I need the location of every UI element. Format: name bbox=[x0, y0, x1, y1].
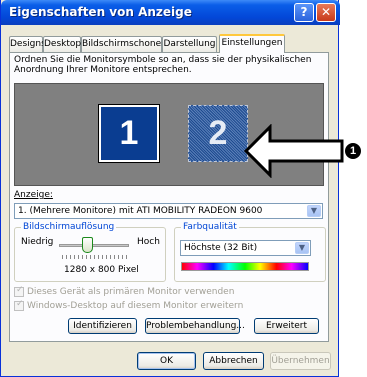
resolution-value: 1280 x 800 Pixel bbox=[64, 265, 139, 275]
monitor-1[interactable]: 1 bbox=[98, 104, 160, 163]
chevron-down-icon[interactable]: ▼ bbox=[307, 205, 321, 217]
resolution-high-label: Hoch bbox=[137, 237, 160, 247]
primary-monitor-label: Dieses Gerät als primären Monitor verwen… bbox=[27, 287, 235, 297]
tab-einstellungen[interactable]: Einstellungen bbox=[219, 34, 285, 53]
primary-monitor-checkbox[interactable]: ✓ bbox=[14, 285, 24, 297]
tab-darstellung[interactable]: Darstellung bbox=[162, 36, 217, 52]
resolution-slider-track[interactable] bbox=[59, 244, 129, 247]
color-quality-group-title: Farbqualität bbox=[181, 222, 239, 232]
apply-button[interactable]: Übernehmen bbox=[270, 352, 331, 370]
extend-desktop-label: Windows-Desktop auf diesem Monitor erwei… bbox=[27, 301, 244, 311]
slider-ticks bbox=[62, 255, 128, 259]
instructions-text: Ordnen Sie die Monitorsymbole so an, das… bbox=[14, 55, 312, 75]
display-select[interactable]: 1. (Mehrere Monitore) mit ATI MOBILITY R… bbox=[14, 203, 323, 219]
window-title: Eigenschaften von Anzeige bbox=[9, 5, 192, 19]
callout-arrow-icon bbox=[244, 124, 344, 178]
resolution-group-title: Bildschirmauflösung bbox=[21, 222, 117, 232]
display-label-text: Anzeige: bbox=[14, 190, 53, 200]
color-quality-select[interactable]: Höchste (32 Bit) ▼ bbox=[180, 240, 311, 256]
extend-desktop-checkbox[interactable]: ✓ bbox=[14, 299, 24, 311]
color-quality-select-value: Höchste (32 Bit) bbox=[184, 243, 258, 253]
check-icon: ✓ bbox=[16, 285, 24, 295]
resolution-low-label: Niedrig bbox=[21, 237, 54, 247]
identify-button[interactable]: Identifizieren bbox=[68, 318, 137, 334]
check-icon: ✓ bbox=[16, 299, 24, 309]
cancel-button[interactable]: Abbrechen bbox=[203, 352, 264, 370]
ok-button[interactable]: OK bbox=[137, 352, 196, 370]
close-button[interactable]: ✕ bbox=[316, 3, 336, 22]
tab-desktop[interactable]: Desktop bbox=[43, 36, 81, 52]
advanced-button[interactable]: Erweitert bbox=[254, 318, 319, 334]
tab-bildschirmschoner[interactable]: Bildschirmschoner bbox=[81, 36, 165, 52]
display-label: Anzeige: bbox=[14, 190, 53, 200]
color-palette-bar bbox=[181, 262, 309, 271]
tab-designs[interactable]: Designs bbox=[9, 36, 46, 52]
resolution-slider-thumb[interactable] bbox=[82, 237, 93, 253]
troubleshoot-button[interactable]: Problembehandlung... bbox=[145, 318, 245, 334]
title-bar[interactable]: Eigenschaften von Anzeige ? ✕ bbox=[1, 0, 340, 25]
monitor-2[interactable]: 2 bbox=[188, 105, 248, 162]
callout-number-badge: 1 bbox=[345, 143, 361, 159]
help-button[interactable]: ? bbox=[294, 3, 314, 22]
chevron-down-icon[interactable]: ▼ bbox=[295, 242, 309, 254]
display-select-value: 1. (Mehrere Monitore) mit ATI MOBILITY R… bbox=[18, 206, 263, 216]
